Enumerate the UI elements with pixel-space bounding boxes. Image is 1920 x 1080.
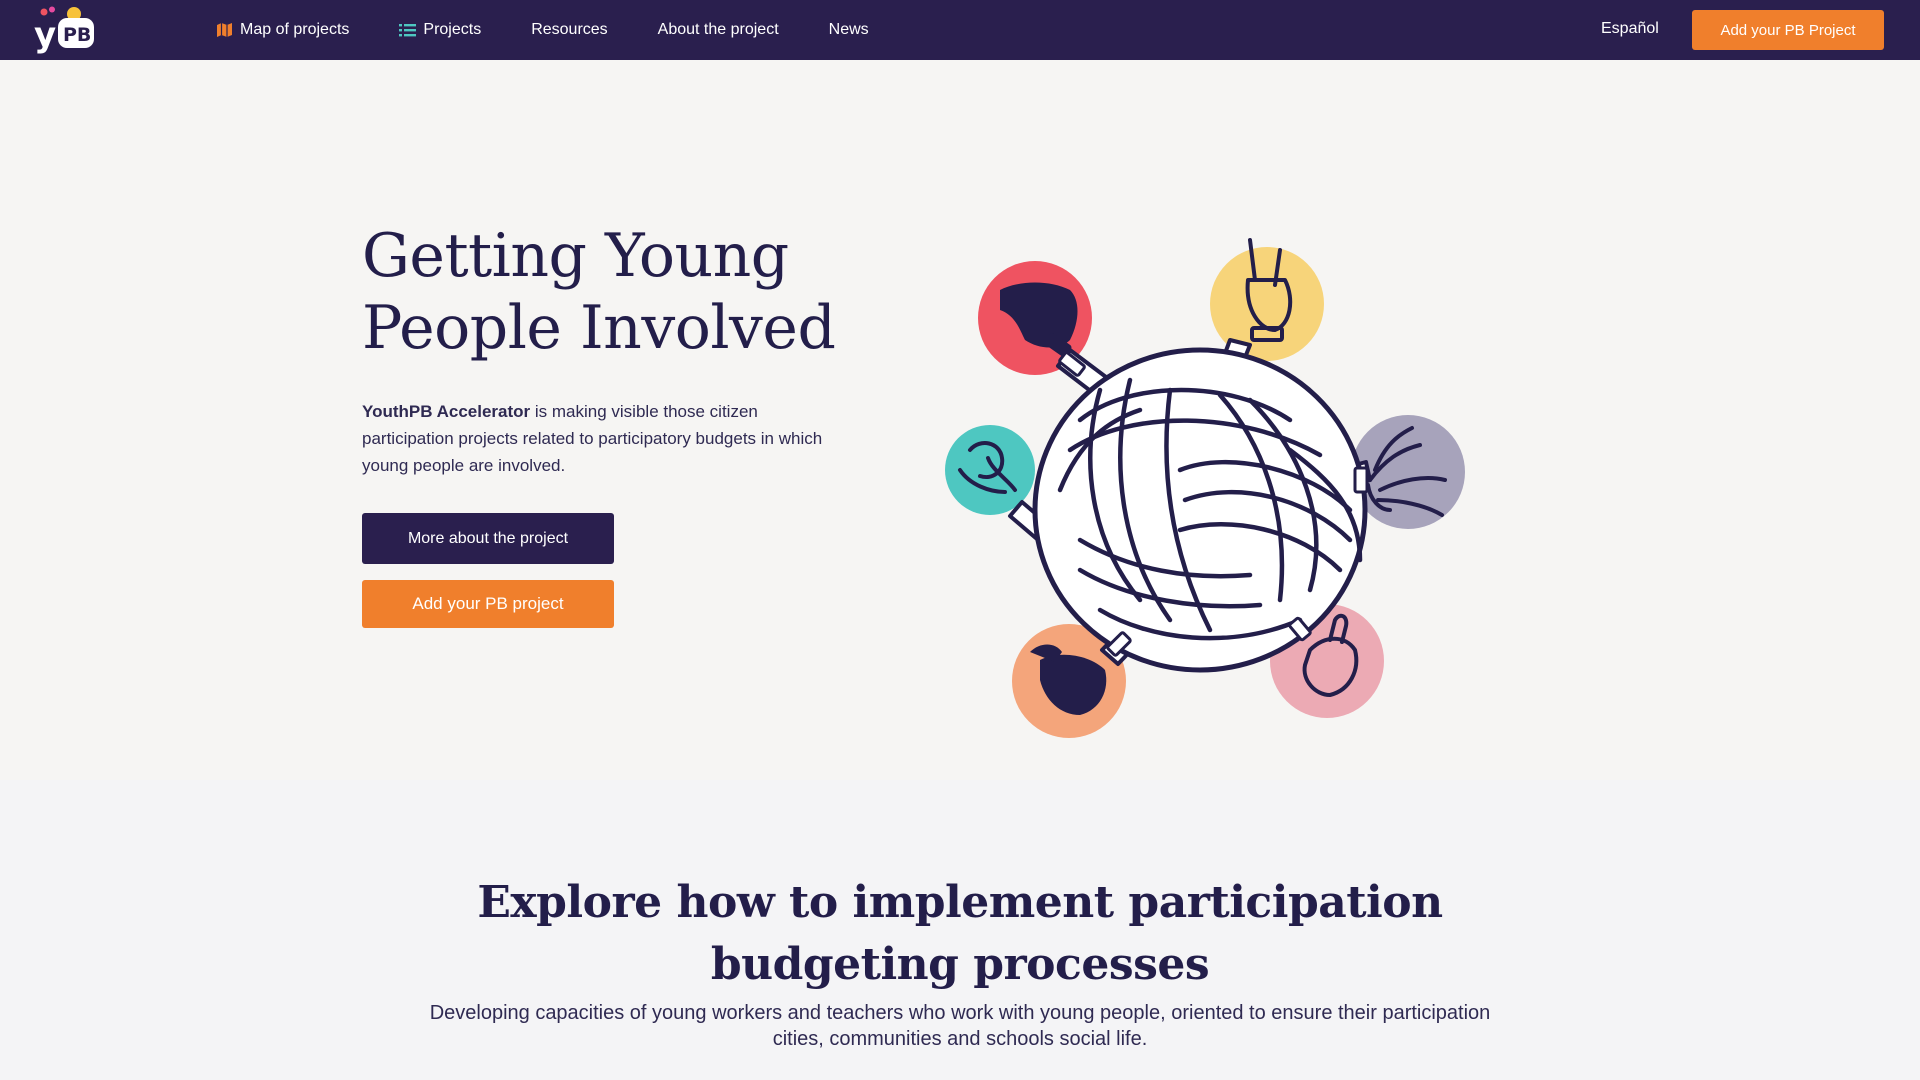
nav-label: Resources (531, 21, 608, 38)
explore-section: Explore how to implement participation b… (0, 780, 1920, 1080)
explore-subtitle: Developing capacities of young workers a… (429, 1002, 1491, 1050)
top-navigation-bar: y PB Map of projects Projects Resources … (0, 0, 1920, 60)
nav-label: News (828, 21, 869, 38)
nav-label: About the project (657, 21, 779, 38)
ypb-logo[interactable]: y PB (34, 6, 100, 55)
add-pb-project-button[interactable]: Add your PB project (362, 580, 614, 628)
svg-text:PB: PB (63, 24, 91, 46)
map-icon (216, 22, 233, 38)
language-switch-espanol[interactable]: Español (1601, 20, 1659, 38)
ball-outline (1032, 347, 1368, 673)
more-about-project-button[interactable]: More about the project (362, 513, 614, 564)
add-pb-project-header-button[interactable]: Add your PB Project (1692, 10, 1884, 50)
hero-title: Getting Young People Involved (362, 221, 836, 363)
nav-news[interactable]: News (829, 21, 869, 39)
nav-resources[interactable]: Resources (531, 21, 607, 39)
nav-label: Projects (423, 21, 482, 38)
main-nav: Map of projects Projects Resources About… (216, 0, 919, 60)
explore-title: Explore how to implement participation b… (477, 877, 1443, 990)
svg-text:y: y (34, 15, 56, 54)
hands-ball-illustration (930, 180, 1490, 770)
list-icon (399, 23, 417, 37)
hero-description-strong: YouthPB Accelerator (362, 402, 531, 421)
nav-about-the-project[interactable]: About the project (658, 21, 779, 39)
hero-section: Getting Young People Involved YouthPB Ac… (0, 60, 1920, 780)
hero-description: YouthPB Accelerator is making visible th… (362, 398, 852, 479)
nav-projects[interactable]: Projects (399, 21, 481, 39)
nav-map-of-projects[interactable]: Map of projects (216, 21, 349, 39)
nav-label: Map of projects (240, 21, 350, 38)
